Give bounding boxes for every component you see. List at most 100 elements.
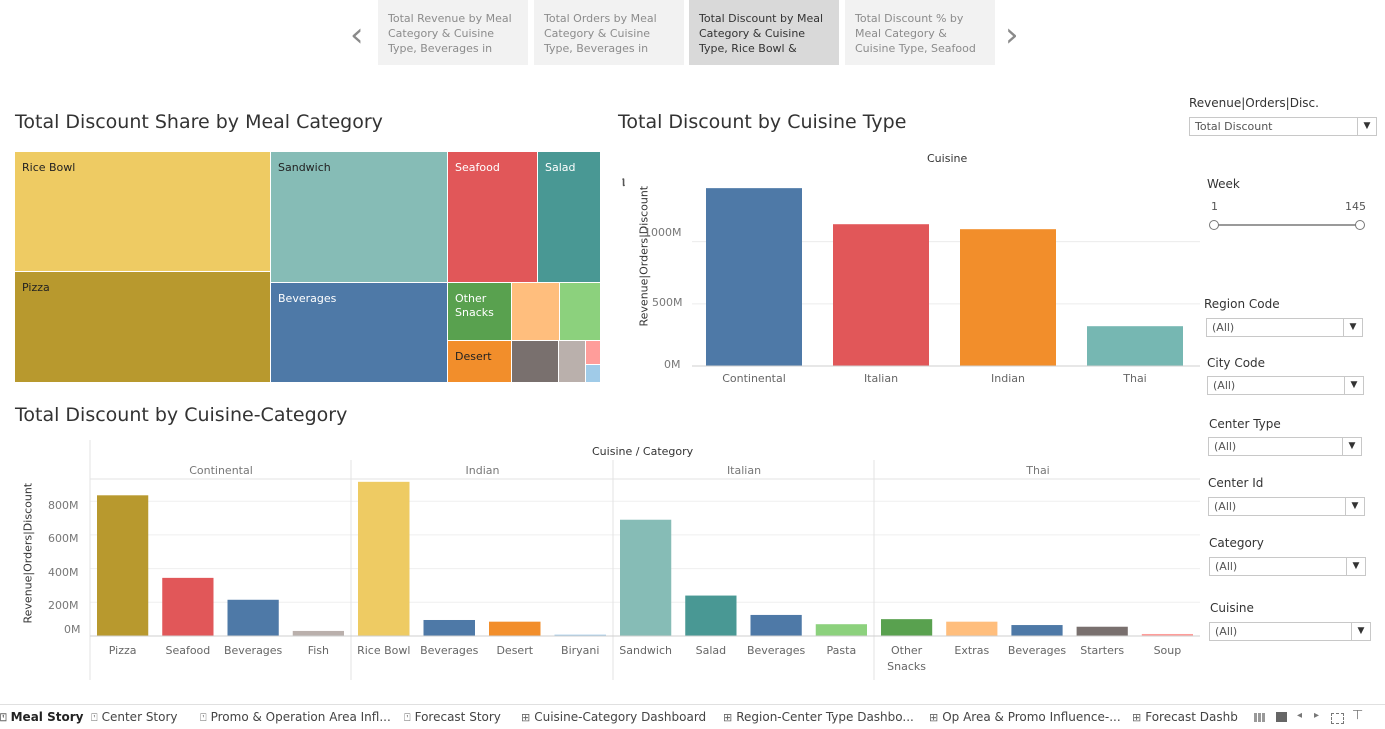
treemap-cell-sandwich[interactable]: Sandwich — [271, 152, 448, 283]
tab-forecast-dashboard[interactable]: ⊞ Forecast Dashb — [1132, 710, 1238, 724]
bar-thai-extras[interactable] — [946, 621, 998, 636]
week-min-value: 1 — [1211, 200, 1218, 213]
tab-label: Forecast Dashb — [1145, 710, 1238, 724]
center-id-dropdown[interactable]: (All) ▼ — [1208, 497, 1365, 516]
presentation-icon[interactable]: ⊤ — [1352, 708, 1363, 723]
bar-continental-beverages[interactable] — [227, 599, 279, 636]
story-point-2[interactable]: Total Orders by Meal Category & Cuisine … — [534, 0, 684, 65]
tab-region-center-dashboard[interactable]: ⊞ Region-Center Type Dashbo... — [723, 710, 914, 724]
tab-promo-operation-story[interactable]: ⍞ Promo & Operation Area Infl... — [200, 710, 391, 725]
cuisine-dropdown[interactable]: (All) ▼ — [1209, 622, 1371, 641]
region-dropdown-value: (All) — [1212, 321, 1235, 334]
tab-label: Promo & Operation Area Infl... — [210, 710, 391, 724]
bar-continental-seafood[interactable] — [162, 577, 214, 636]
tab-meal-story[interactable]: ⍞ Meal Story — [0, 710, 83, 725]
cuisine-chart-header: Cuisine — [927, 152, 968, 165]
treemap-label: Salad — [545, 161, 576, 174]
chevron-down-icon: ▼ — [1346, 558, 1365, 575]
treemap-cell-biryani[interactable] — [586, 365, 601, 383]
measure-dropdown-value: Total Discount — [1195, 120, 1273, 133]
measure-dropdown[interactable]: Total Discount ▼ — [1189, 117, 1377, 136]
bar-indian-beverages[interactable] — [423, 619, 476, 636]
treemap-cell-beverages[interactable]: Beverages — [271, 283, 448, 383]
category-bar-chart: Pizza Seafood Beverages Fish Rice Bowl Bevera… — [89, 440, 1200, 680]
x-tick-label: Beverages — [747, 644, 806, 657]
bar-italian-pasta[interactable] — [815, 624, 867, 636]
tab-label: Meal Story — [10, 710, 84, 724]
bar-continental-pizza[interactable] — [97, 495, 149, 636]
tab-scroll-left-icon[interactable]: ◂ — [1297, 710, 1302, 721]
bar-thai-other-snacks[interactable] — [881, 619, 933, 636]
treemap-cell-extras[interactable] — [512, 283, 560, 341]
bar-thai[interactable] — [1087, 326, 1183, 366]
tab-label: Forecast Story — [414, 710, 501, 724]
treemap-label: Other Snacks — [455, 292, 494, 319]
treemap-cell-starters[interactable] — [512, 341, 559, 383]
filmstrip-view-icon[interactable] — [1276, 712, 1287, 722]
story-next-arrow-icon[interactable]: › — [1005, 18, 1019, 52]
tab-scroll-right-icon[interactable]: ▸ — [1314, 710, 1319, 721]
cuisine-chart-title: Total Discount by Cuisine Type — [618, 111, 907, 133]
x-tick-label: Sandwich — [619, 644, 672, 657]
fullscreen-icon[interactable] — [1331, 713, 1344, 724]
story-icon: ⍞ — [200, 711, 207, 724]
tab-center-story[interactable]: ⍞ Center Story — [91, 710, 178, 725]
region-dropdown[interactable]: (All) ▼ — [1206, 318, 1363, 337]
tab-label: Center Story — [101, 710, 178, 724]
week-slider-min-handle[interactable] — [1209, 220, 1219, 230]
y-tick-label: 0M — [664, 358, 681, 371]
bar-italian-salad[interactable] — [685, 595, 737, 636]
bar-continental-fish[interactable] — [292, 630, 344, 636]
bar-thai-beverages[interactable] — [1011, 625, 1063, 636]
bar-indian-desert[interactable] — [489, 621, 541, 636]
bar-continental[interactable] — [706, 188, 802, 366]
city-filter-label: City Code — [1207, 356, 1266, 370]
grid-view-icon[interactable] — [1254, 713, 1266, 722]
cuisine-dropdown-value: (All) — [1215, 625, 1238, 638]
week-slider-track[interactable] — [1213, 224, 1360, 226]
treemap-cell-pizza[interactable]: Pizza — [15, 272, 271, 383]
center-type-filter-label: Center Type — [1209, 417, 1281, 431]
chevron-down-icon: ▼ — [1351, 623, 1370, 640]
bar-indian-rice-bowl[interactable] — [358, 481, 410, 636]
category-chart-title: Total Discount by Cuisine-Category — [15, 404, 348, 426]
treemap-cell-pasta[interactable] — [560, 283, 601, 341]
treemap-cell-seafood[interactable]: Seafood — [448, 152, 538, 283]
center-type-dropdown-value: (All) — [1214, 440, 1237, 453]
story-point-1[interactable]: Total Revenue by Meal Category & Cuisine… — [378, 0, 528, 65]
story-prev-arrow-icon[interactable]: ‹ — [350, 18, 364, 52]
treemap-cell-rice-bowl[interactable]: Rice Bowl — [15, 152, 271, 272]
tab-label: Op Area & Promo Influence-... — [942, 710, 1121, 724]
bar-italian[interactable] — [833, 224, 929, 366]
bar-thai-starters[interactable] — [1076, 626, 1128, 636]
tab-cuisine-category-dashboard[interactable]: ⊞ Cuisine-Category Dashboard — [521, 710, 706, 724]
tab-op-area-promo-dashboard[interactable]: ⊞ Op Area & Promo Influence-... — [929, 710, 1121, 724]
bar-italian-beverages[interactable] — [750, 614, 802, 636]
treemap-cell-other-snacks[interactable]: Other Snacks — [448, 283, 512, 341]
story-point-3-active[interactable]: Total Discount by Meal Category & Cuisin… — [689, 0, 839, 65]
bar-indian[interactable] — [960, 229, 1056, 366]
chevron-down-icon: ▼ — [1344, 377, 1363, 394]
week-slider-max-handle[interactable] — [1355, 220, 1365, 230]
treemap-cell-salad[interactable]: Salad — [538, 152, 601, 283]
x-tick-label: Fish — [308, 644, 329, 657]
x-tick-label: Beverages — [1008, 644, 1067, 657]
treemap-cell-desert[interactable]: Desert — [448, 341, 512, 383]
x-tick-label: Starters — [1080, 644, 1124, 657]
x-tick-label: Biryani — [561, 644, 599, 657]
week-max-value: 145 — [1345, 200, 1366, 213]
bar-italian-sandwich[interactable] — [620, 519, 672, 636]
center-type-dropdown[interactable]: (All) ▼ — [1208, 437, 1362, 456]
category-dropdown[interactable]: (All) ▼ — [1209, 557, 1366, 576]
axis-sort-icon[interactable]: Ⲓ — [622, 176, 625, 190]
treemap-cell-fish[interactable] — [559, 341, 586, 383]
x-tick-label: Desert — [496, 644, 533, 657]
city-dropdown-value: (All) — [1213, 379, 1236, 392]
x-tick-label: Soup — [1154, 644, 1182, 657]
x-tick-label: Seafood — [165, 644, 210, 657]
treemap-cell-soup[interactable] — [586, 341, 601, 365]
dashboard-icon: ⊞ — [1132, 711, 1142, 724]
city-dropdown[interactable]: (All) ▼ — [1207, 376, 1364, 395]
tab-forecast-story[interactable]: ⍞ Forecast Story — [404, 710, 501, 725]
story-point-4[interactable]: Total Discount % by Meal Category & Cuis… — [845, 0, 995, 65]
